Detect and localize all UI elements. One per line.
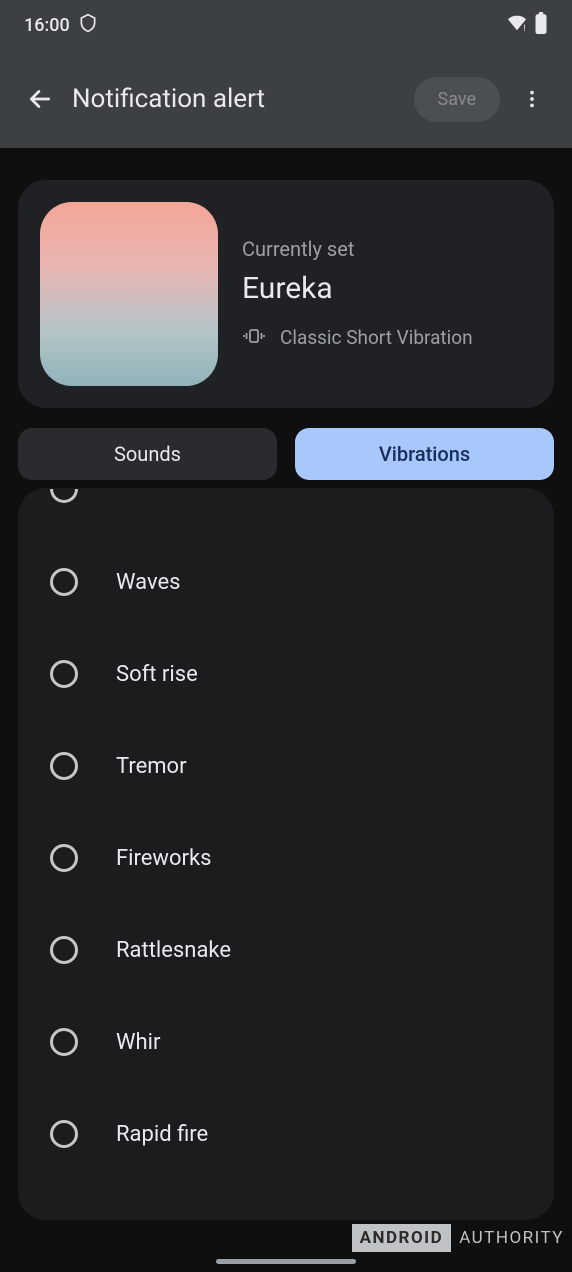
content-area: Currently set Eureka Classic Short Vibra… — [0, 148, 572, 1220]
battery-icon — [534, 12, 548, 38]
page-title: Notification alert — [72, 84, 414, 114]
watermark: ANDROID AUTHORITY — [352, 1224, 572, 1252]
list-item[interactable]: Fireworks — [18, 812, 554, 904]
back-button[interactable] — [16, 75, 64, 123]
radio-unchecked[interactable] — [50, 1028, 78, 1056]
more-vert-icon — [521, 88, 543, 110]
radio-unchecked[interactable] — [50, 660, 78, 688]
item-label: Waves — [116, 570, 181, 595]
radio-unchecked[interactable] — [50, 1120, 78, 1148]
list-item-cutoff[interactable] — [18, 488, 554, 516]
current-label: Currently set — [242, 237, 532, 261]
shield-icon — [78, 13, 98, 37]
radio-unchecked[interactable] — [50, 844, 78, 872]
item-label: Whir — [116, 1030, 160, 1055]
status-right: ! — [506, 12, 548, 38]
list-item[interactable]: Waves — [18, 536, 554, 628]
vibration-text: Classic Short Vibration — [280, 325, 473, 351]
vibration-icon — [242, 324, 266, 352]
arrow-left-icon — [27, 86, 53, 112]
list-item[interactable]: Rattlesnake — [18, 904, 554, 996]
status-left: 16:00 — [24, 13, 98, 37]
current-card: Currently set Eureka Classic Short Vibra… — [18, 180, 554, 408]
radio-unchecked[interactable] — [50, 752, 78, 780]
watermark-left: ANDROID — [352, 1224, 452, 1252]
app-bar: Notification alert Save — [0, 50, 572, 148]
item-label: Soft rise — [116, 662, 198, 687]
save-button[interactable]: Save — [414, 77, 501, 122]
sound-thumbnail — [40, 202, 218, 386]
radio-unchecked[interactable] — [50, 936, 78, 964]
vibration-list[interactable]: Waves Soft rise Tremor Fireworks Rattles… — [18, 488, 554, 1220]
watermark-right: AUTHORITY — [451, 1224, 572, 1252]
item-label: Rattlesnake — [116, 938, 231, 963]
svg-text:!: ! — [523, 24, 525, 32]
tab-vibrations[interactable]: Vibrations — [295, 428, 554, 480]
current-info: Currently set Eureka Classic Short Vibra… — [242, 237, 532, 352]
tab-sounds[interactable]: Sounds — [18, 428, 277, 480]
list-item[interactable]: Soft rise — [18, 628, 554, 720]
status-time: 16:00 — [24, 15, 70, 36]
radio-unchecked[interactable] — [50, 568, 78, 596]
tabs: Sounds Vibrations — [18, 428, 554, 480]
current-name: Eureka — [242, 271, 532, 306]
nav-handle[interactable] — [216, 1259, 356, 1264]
wifi-icon: ! — [506, 14, 528, 36]
list-item[interactable]: Whir — [18, 996, 554, 1088]
status-bar: 16:00 ! — [0, 0, 572, 50]
item-label: Fireworks — [116, 846, 211, 871]
vibration-row: Classic Short Vibration — [242, 324, 532, 352]
item-label: Rapid fire — [116, 1122, 208, 1147]
more-button[interactable] — [508, 75, 556, 123]
list-item[interactable]: Tremor — [18, 720, 554, 812]
item-label: Tremor — [116, 754, 187, 779]
radio-unchecked[interactable] — [50, 489, 78, 503]
list-item[interactable]: Rapid fire — [18, 1088, 554, 1180]
